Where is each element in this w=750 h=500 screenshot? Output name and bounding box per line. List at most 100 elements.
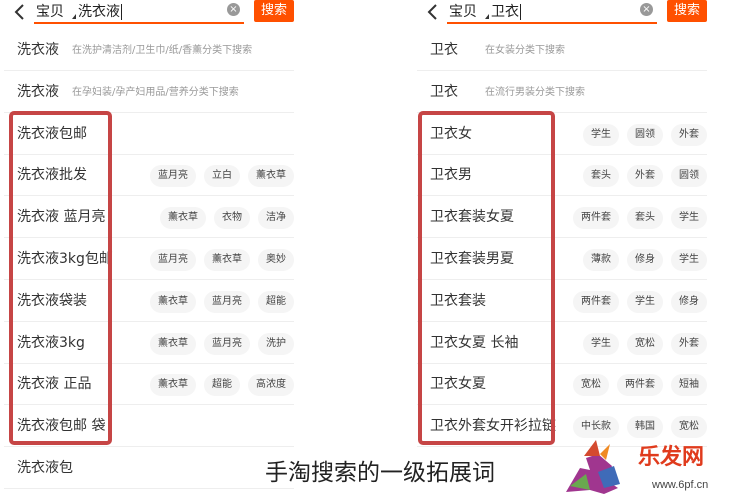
refine-tag[interactable]: 修身	[671, 290, 707, 313]
suggestion-label: 卫衣外套女开衫拉链	[430, 418, 556, 435]
back-button[interactable]	[423, 1, 441, 23]
refine-tag[interactable]: 外套	[671, 332, 707, 355]
refine-tag[interactable]: 蓝月亮	[150, 165, 196, 188]
suggestion-row[interactable]: 洗衣液 正品 薰衣草 超能 高浓度	[4, 364, 294, 406]
refine-tag[interactable]: 洁净	[258, 207, 294, 230]
category-hint: 在洗护清洁剂/卫生巾/纸/香薰分类下搜索	[72, 45, 253, 56]
refine-tag[interactable]: 薰衣草	[150, 374, 196, 397]
refine-tag[interactable]: 学生	[583, 123, 619, 146]
refine-tag[interactable]: 薰衣草	[150, 332, 196, 355]
refine-tag[interactable]: 两件套	[573, 290, 619, 313]
tag-group: 学生 圆领 外套	[583, 123, 707, 146]
back-button[interactable]	[10, 1, 28, 23]
suggestion-row[interactable]: 洗衣液 蓝月亮 薰衣草 衣物 洁净	[4, 197, 294, 239]
category-hint: 在孕妇装/孕产妇用品/营养分类下搜索	[72, 86, 239, 98]
refine-tag[interactable]: 学生	[671, 249, 707, 271]
back-arrow-icon	[14, 4, 24, 20]
suggestion-row[interactable]: 洗衣液 在洗护清洁剂/卫生巾/纸/香薰分类下搜索	[4, 30, 294, 71]
search-input[interactable]: 洗衣液	[78, 1, 124, 21]
refine-tag[interactable]: 宽松	[573, 374, 609, 397]
tag-group: 宽松 两件套 短袖	[573, 374, 707, 397]
refine-tag[interactable]: 修身	[627, 249, 663, 271]
refine-tag[interactable]: 套头	[583, 165, 619, 188]
suggestion-label: 洗衣液包邮	[17, 125, 87, 142]
refine-tag[interactable]: 学生	[583, 332, 619, 355]
suggestion-row[interactable]: 洗衣液包邮 袋	[4, 406, 294, 448]
suggestion-label: 卫衣套装女夏	[430, 209, 514, 226]
search-field[interactable]: 宝贝 洗衣液 ×	[34, 0, 244, 24]
refine-tag[interactable]: 宽松	[627, 332, 663, 355]
refine-tag[interactable]: 学生	[671, 207, 707, 230]
tag-group: 薰衣草 超能 高浓度	[150, 374, 294, 397]
suggestion-row[interactable]: 卫衣女 学生 圆领 外套	[417, 114, 707, 155]
refine-tag[interactable]: 薰衣草	[150, 290, 196, 313]
suggestion-label: 洗衣液 蓝月亮	[17, 209, 106, 226]
clear-icon[interactable]: ×	[640, 3, 653, 16]
refine-tag[interactable]: 薄款	[583, 249, 619, 271]
refine-tag[interactable]: 外套	[671, 123, 707, 146]
text-caret	[520, 4, 521, 20]
refine-tag[interactable]: 超能	[258, 290, 294, 313]
refine-tag[interactable]: 两件套	[573, 207, 619, 230]
refine-tag[interactable]: 薰衣草	[204, 249, 250, 271]
suggestion-label: 卫衣套装	[430, 292, 486, 309]
refine-tag[interactable]: 超能	[204, 374, 240, 397]
refine-tag[interactable]: 蓝月亮	[204, 290, 250, 313]
suggestion-row[interactable]: 卫衣套装男夏 薄款 修身 学生	[417, 239, 707, 280]
refine-tag[interactable]: 薰衣草	[160, 207, 206, 230]
tag-group: 套头 外套 圆领	[583, 165, 707, 188]
scope-dropdown[interactable]: 宝贝	[447, 1, 491, 21]
screenshot-canvas: 宝贝 洗衣液 × 搜索 洗衣液 在洗护清洁剂/卫生巾/纸/香薰分类下搜索 洗衣液 在孕…	[0, 0, 750, 500]
suggestion-row[interactable]: 卫衣套装女夏 两件套 套头 学生	[417, 197, 707, 239]
refine-tag[interactable]: 奥妙	[258, 249, 294, 271]
suggestion-row[interactable]: 卫衣 在女装分类下搜索	[417, 30, 707, 71]
tag-group: 薰衣草 蓝月亮 超能	[150, 290, 294, 313]
refine-tag[interactable]: 两件套	[617, 374, 663, 397]
refine-tag[interactable]: 短袖	[671, 374, 707, 397]
search-query: 卫衣	[491, 4, 519, 20]
suggestion-label: 洗衣液	[17, 83, 59, 100]
suggestion-row[interactable]: 洗衣液3kg包邮 蓝月亮 薰衣草 奥妙	[4, 239, 294, 280]
left-search-panel: 宝贝 洗衣液 × 搜索 洗衣液 在洗护清洁剂/卫生巾/纸/香薰分类下搜索 洗衣液 在孕…	[4, 0, 304, 500]
search-button[interactable]: 搜索	[254, 0, 294, 22]
refine-tag[interactable]: 洗护	[258, 332, 294, 355]
suggestion-row[interactable]: 卫衣女夏 长袖 学生 宽松 外套	[417, 323, 707, 364]
suggestion-label: 洗衣液包邮 袋	[17, 418, 106, 435]
suggestion-row[interactable]: 卫衣套装 两件套 学生 修身	[417, 281, 707, 322]
search-button[interactable]: 搜索	[667, 0, 707, 22]
suggestion-label: 卫衣	[430, 42, 458, 58]
suggestion-label: 洗衣液3kg	[17, 334, 85, 351]
category-hint: 在流行男装分类下搜索	[485, 86, 585, 98]
refine-tag[interactable]: 蓝月亮	[150, 249, 196, 271]
suggestion-label: 洗衣液包	[17, 460, 73, 476]
suggestion-row[interactable]: 洗衣液批发 蓝月亮 立白 薰衣草	[4, 155, 294, 197]
suggestion-row[interactable]: 卫衣女夏 宽松 两件套 短袖	[417, 364, 707, 406]
suggestion-row[interactable]: 卫衣 在流行男装分类下搜索	[417, 72, 707, 113]
scope-dropdown[interactable]: 宝贝	[34, 1, 78, 21]
clear-icon[interactable]: ×	[227, 3, 240, 16]
brand-logo: 乐发网 www.6pf.cn	[560, 430, 750, 500]
suggestion-row[interactable]: 洗衣液包邮	[4, 114, 294, 155]
tag-group: 薰衣草 蓝月亮 洗护	[150, 332, 294, 355]
suggestion-row[interactable]: 洗衣液3kg 薰衣草 蓝月亮 洗护	[4, 323, 294, 364]
suggestion-row[interactable]: 洗衣液 在孕妇装/孕产妇用品/营养分类下搜索	[4, 72, 294, 113]
suggestion-row[interactable]: 卫衣男 套头 外套 圆领	[417, 155, 707, 197]
search-field[interactable]: 宝贝 卫衣 ×	[447, 0, 657, 24]
refine-tag[interactable]: 圆领	[671, 165, 707, 188]
tag-group: 蓝月亮 立白 薰衣草	[150, 165, 294, 188]
suggestion-label: 洗衣液批发	[17, 167, 87, 184]
refine-tag[interactable]: 学生	[627, 290, 663, 313]
refine-tag[interactable]: 圆领	[627, 123, 663, 146]
refine-tag[interactable]: 蓝月亮	[204, 332, 250, 355]
refine-tag[interactable]: 立白	[204, 165, 240, 188]
tag-group: 两件套 学生 修身	[573, 290, 707, 313]
tag-group: 学生 宽松 外套	[583, 332, 707, 355]
suggestion-label: 卫衣套装男夏	[430, 251, 514, 267]
refine-tag[interactable]: 高浓度	[248, 374, 294, 397]
refine-tag[interactable]: 外套	[627, 165, 663, 188]
suggestion-row[interactable]: 洗衣液袋装 薰衣草 蓝月亮 超能	[4, 281, 294, 322]
refine-tag[interactable]: 套头	[627, 207, 663, 230]
search-input[interactable]: 卫衣	[491, 1, 523, 21]
refine-tag[interactable]: 薰衣草	[248, 165, 294, 188]
refine-tag[interactable]: 衣物	[214, 207, 250, 230]
